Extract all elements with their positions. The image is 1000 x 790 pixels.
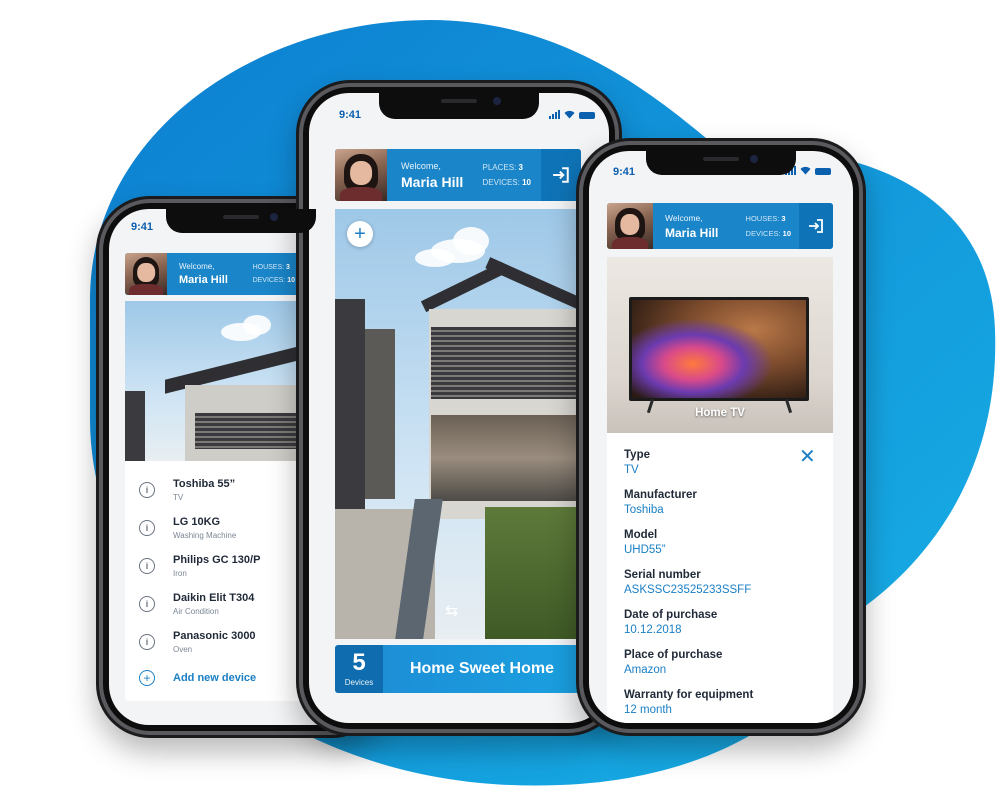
detail-warranty: Warranty for equipment 12 month <box>624 689 754 716</box>
home-bar[interactable]: 5 Devices Home Sweet Home <box>335 645 581 693</box>
plus-icon: + <box>354 223 366 245</box>
phone-right-screen: 9:41 Welcome, Maria Hill HOUSES: 3 DEVIC… <box>589 151 853 723</box>
notch <box>379 93 539 119</box>
user-header: Welcome, Maria Hill HOUSES: 3 DEVICES: 1… <box>607 203 833 249</box>
avatar <box>125 253 167 295</box>
phone-middle-screen: 9:41 Welcome, Maria Hill PLACES: 3 DEVIC… <box>309 93 609 723</box>
device-count: 5 <box>352 649 366 676</box>
tv-image <box>629 297 809 401</box>
stat-devices: DEVICES: 10 <box>482 178 531 187</box>
add-place-button[interactable]: + <box>347 221 373 247</box>
notch <box>166 209 316 233</box>
welcome-text: Welcome, <box>179 262 215 271</box>
logout-icon <box>553 167 569 183</box>
add-icon[interactable]: + <box>139 670 155 686</box>
stat-houses: HOUSES: 3 <box>252 264 290 271</box>
avatar <box>335 149 387 201</box>
product-image: Home TV <box>607 257 833 433</box>
detail-model: Model UHD55” <box>624 529 666 556</box>
stat-houses: HOUSES: 3 <box>745 214 786 223</box>
device-type: TV <box>173 493 184 502</box>
wifi-icon <box>564 110 575 119</box>
battery-icon <box>579 112 595 119</box>
device-name: LG 10KG <box>173 516 221 528</box>
house-photo: ⇆ <box>335 209 581 639</box>
device-name: Toshiba 55” <box>173 478 236 490</box>
user-name: Maria Hill <box>179 274 228 286</box>
status-time: 9:41 <box>339 109 362 121</box>
welcome-text: Welcome, <box>401 160 441 171</box>
welcome-block: Welcome, Maria Hill <box>387 149 483 201</box>
detail-serial-number: Serial number ASKSSC23525233SSFF <box>624 569 752 596</box>
notch <box>646 151 796 175</box>
detail-date-of-purchase: Date of purchase 10.12.2018 <box>624 609 718 636</box>
info-icon[interactable]: i <box>139 558 155 574</box>
avatar <box>607 203 653 249</box>
user-header: Welcome, Maria Hill PLACES: 3 DEVICES: 1… <box>335 149 581 201</box>
detail-manufacturer: Manufacturer Toshiba <box>624 489 697 516</box>
logout-button[interactable] <box>799 203 833 249</box>
close-icon[interactable]: ✕ <box>799 447 816 467</box>
logout-icon <box>809 219 823 233</box>
device-type: Iron <box>173 569 187 578</box>
device-type: Air Condition <box>173 607 219 616</box>
battery-icon <box>815 168 831 175</box>
stat-places: PLACES: 3 <box>482 163 523 172</box>
status-time: 9:41 <box>131 221 154 233</box>
status-time: 9:41 <box>613 166 636 178</box>
detail-place-of-purchase: Place of purchase Amazon <box>624 649 723 676</box>
user-name: Maria Hill <box>401 173 464 190</box>
home-name: Home Sweet Home <box>383 645 581 693</box>
device-count-label: Devices <box>344 678 374 687</box>
device-name: Daikin Elit T304 <box>173 592 255 604</box>
header-stats: PLACES: 3 DEVICES: 10 <box>483 149 541 201</box>
product-title: Home TV <box>695 407 745 419</box>
device-count-box: 5 Devices <box>335 645 383 693</box>
info-icon[interactable]: i <box>139 634 155 650</box>
phone-right: 9:41 Welcome, Maria Hill HOUSES: 3 DEVIC… <box>576 138 866 736</box>
product-details: ✕ Type TV Manufacturer Toshiba Model UHD55”… <box>607 433 833 723</box>
signal-icon <box>549 110 560 119</box>
stat-devices: DEVICES: 10 <box>745 229 791 238</box>
info-icon[interactable]: i <box>139 482 155 498</box>
detail-type: Type TV <box>624 449 650 476</box>
info-icon[interactable]: i <box>139 520 155 536</box>
stat-devices: DEVICES: 10 <box>252 277 295 284</box>
info-icon[interactable]: i <box>139 596 155 612</box>
welcome-block: Welcome, Maria Hill <box>653 203 746 249</box>
header-stats: HOUSES: 3 DEVICES: 10 <box>746 203 799 249</box>
user-name: Maria Hill <box>665 225 719 240</box>
logout-button[interactable] <box>541 149 581 201</box>
welcome-block: Welcome, Maria Hill <box>167 253 253 295</box>
phone-middle: 9:41 Welcome, Maria Hill PLACES: 3 DEVIC… <box>296 80 622 736</box>
swipe-icon: ⇆ <box>445 603 459 620</box>
device-name: Philips GC 130/P <box>173 554 261 566</box>
welcome-text: Welcome, <box>665 212 703 223</box>
add-device-label[interactable]: Add new device <box>173 672 256 684</box>
device-type: Washing Machine <box>173 531 237 540</box>
device-name: Panasonic 3000 <box>173 630 256 642</box>
device-type: Oven <box>173 645 193 654</box>
wifi-icon <box>800 166 811 175</box>
